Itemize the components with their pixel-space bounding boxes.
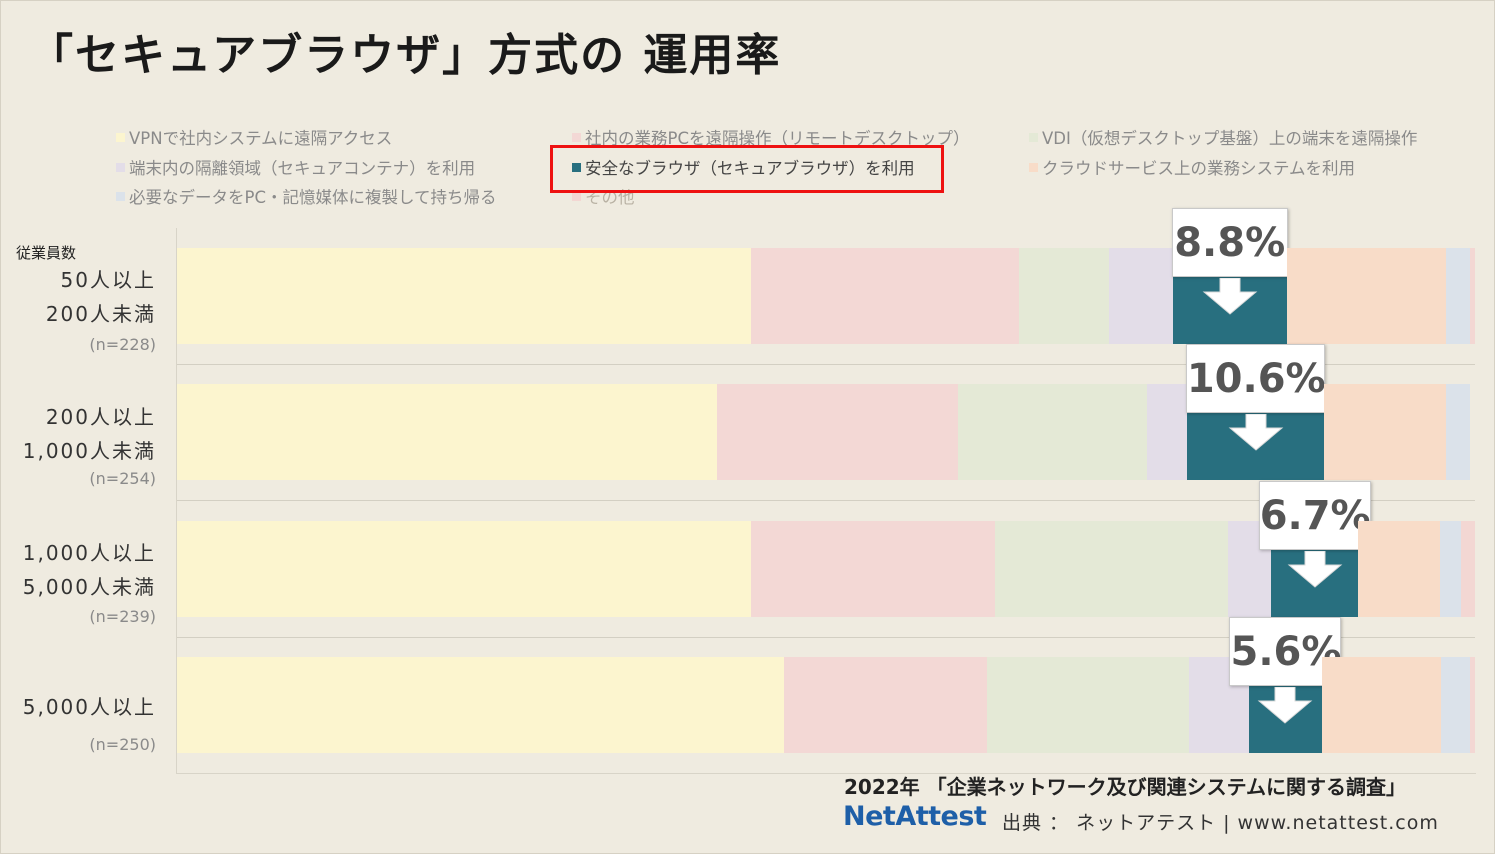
bar-segment: [1460, 521, 1475, 617]
row-label-line2: 1,000人未満: [22, 439, 156, 463]
bar-segment: [750, 521, 995, 617]
down-arrow-icon: [1202, 278, 1258, 315]
row-sample-size: (n=228): [89, 335, 156, 354]
row-label-line2: 5,000人未満: [22, 575, 156, 599]
legend-swatch-copy-data: [116, 192, 125, 201]
legend-item-cloud: クラウドサービス上の業務システムを利用: [1029, 155, 1355, 179]
bar-segment: [958, 384, 1147, 480]
value-callout: 10.6%: [1185, 344, 1326, 413]
bar-segment: [177, 248, 751, 344]
row-label-line1: 1,000人以上: [22, 541, 156, 565]
bar-segment: [1441, 657, 1470, 753]
page-title: 「セキュアブラウザ」方式の 運用率: [29, 30, 782, 81]
value-callout: 8.8%: [1171, 208, 1288, 277]
legend-item-secure-container: 端末内の隔離領域（セキュアコンテナ）を利用: [116, 155, 475, 179]
bar-segment: [1286, 248, 1447, 344]
bar-segment: [1321, 657, 1442, 753]
bar-segment: [1108, 248, 1173, 344]
netattest-logo: NetAttest: [843, 801, 987, 832]
row-label-line2: 200人未満: [45, 302, 156, 326]
source-credit: 出典 ： ネットアテスト | www.netattest.com: [1002, 812, 1439, 834]
bar-segment: [1446, 384, 1470, 480]
bar-segment: [716, 384, 959, 480]
legend-swatch-remote-desktop: [572, 133, 581, 142]
legend-swatch-secure-container: [116, 163, 125, 172]
bar-segment: [1019, 248, 1109, 344]
row-sample-size: (n=254): [89, 469, 156, 488]
bar-segment: [784, 657, 987, 753]
legend-label-copy-data: 必要なデータをPC・記憶媒体に複製して持ち帰る: [129, 188, 497, 207]
bar-segment: [177, 384, 717, 480]
legend-item-vdi: VDI（仮想デスクトップ基盤）上の端末を遠隔操作: [1029, 125, 1417, 149]
legend-highlight-box: [550, 145, 944, 193]
legend-swatch-vdi: [1029, 133, 1038, 142]
legend-item-copy-data: 必要なデータをPC・記憶媒体に複製して持ち帰る: [116, 184, 496, 208]
down-arrow-icon: [1287, 551, 1343, 588]
bar-segment: [994, 521, 1229, 617]
row-label-line1: 5,000人以上: [22, 695, 156, 719]
chart-frame: 「セキュアブラウザ」方式の 運用率 VPNで社内システムに遠隔アクセス 社内の業…: [0, 0, 1495, 854]
bar-segment: [1146, 384, 1187, 480]
bar-segment: [177, 521, 751, 617]
legend-label-secure-container: 端末内の隔離領域（セキュアコンテナ）を利用: [129, 159, 476, 178]
bar-segment: [750, 248, 1020, 344]
bar-segment: [177, 657, 785, 753]
row-label-line1: 200人以上: [45, 405, 156, 429]
bar-segment: [1469, 248, 1475, 344]
bar-segment: [1324, 384, 1447, 480]
down-arrow-icon: [1258, 687, 1313, 724]
axis-caption: 従業員数: [16, 244, 77, 262]
legend-swatch-other: [572, 192, 581, 201]
bar-segment: [1446, 248, 1470, 344]
legend-label-vdi: VDI（仮想デスクトップ基盤）上の端末を遠隔操作: [1042, 129, 1418, 148]
bar-segment: [1439, 521, 1461, 617]
bar-segment: [986, 657, 1190, 753]
row-label-line1: 50人以上: [60, 268, 156, 292]
bar-segment: [1358, 521, 1440, 617]
bar-segment: [1469, 657, 1475, 753]
value-callout: 6.7%: [1258, 481, 1371, 550]
legend-label-vpn: VPNで社内システムに遠隔アクセス: [129, 129, 393, 148]
legend-label-cloud: クラウドサービス上の業務システムを利用: [1042, 159, 1356, 178]
legend-item-vpn: VPNで社内システムに遠隔アクセス: [116, 125, 392, 149]
row-sample-size: (n=239): [89, 607, 156, 626]
legend-swatch-vpn: [116, 133, 125, 142]
source-survey: 2022年 「企業ネットワーク及び関連システムに関する調査」: [844, 775, 1407, 799]
row-sample-size: (n=250): [89, 735, 156, 754]
down-arrow-icon: [1228, 414, 1283, 451]
legend-swatch-cloud: [1029, 163, 1038, 172]
